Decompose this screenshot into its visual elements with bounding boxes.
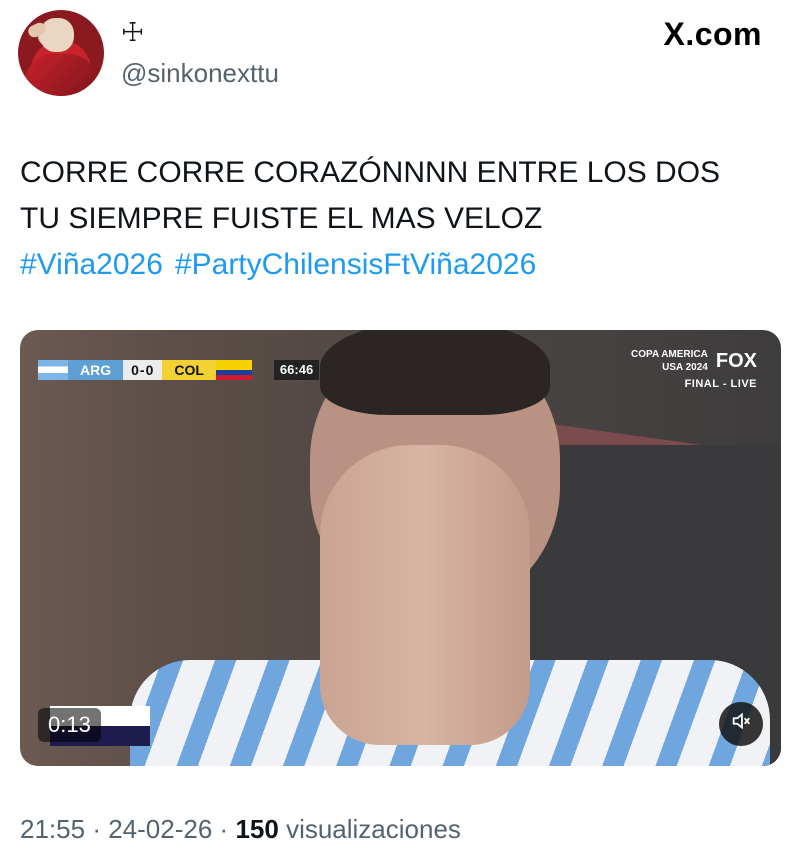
avatar-face	[40, 18, 74, 52]
meta-separator: ·	[92, 814, 101, 844]
mute-button[interactable]	[719, 702, 763, 746]
team1-label: ARG	[68, 360, 124, 380]
author-avatar[interactable]	[18, 10, 104, 96]
author-handle[interactable]: @sinkonexttu	[121, 58, 279, 89]
speaker-muted-icon	[730, 710, 752, 738]
video-person-hair	[320, 330, 550, 415]
views-count: 150	[235, 814, 279, 844]
tweet-hashtags: #Viña2026 #PartyChilensisFtViña2026	[20, 242, 780, 288]
broadcast-subtitle: USA 2024	[662, 362, 708, 373]
tweet-line-2: TU SIEMPRE FUISTE EL MAS VELOZ	[20, 202, 543, 235]
hashtag-link[interactable]: #Viña2026	[20, 248, 163, 281]
author-display-name[interactable]: ☩	[121, 18, 144, 48]
brand-logo: X.com	[663, 16, 762, 52]
hashtag-link[interactable]: #PartyChilensisFtViña2026	[175, 248, 536, 281]
broadcast-badge: COPA AMERICA USA 2024 FOX FINAL - LIVE	[631, 348, 757, 391]
argentina-flag-icon	[38, 360, 68, 380]
video-player[interactable]: ARG 0-0 COL 66:46 COPA AMERICA USA 2024 …	[20, 330, 781, 766]
tweet-text: CORRE CORRE CORAZÓNNNN ENTRE LOS DOS TU …	[20, 150, 780, 288]
score-label: 0-0	[123, 360, 163, 380]
tweet-meta: 21:55 · 24-02-26 · 150 visualizaciones	[20, 814, 461, 845]
scoreboard: ARG 0-0 COL 66:46	[38, 360, 320, 380]
match-clock: 66:46	[273, 360, 320, 380]
views-label: visualizaciones	[286, 814, 461, 844]
tweet-date[interactable]: 24-02-26	[108, 814, 212, 844]
tweet-time[interactable]: 21:55	[20, 814, 85, 844]
avatar-shirt	[24, 54, 98, 96]
tweet-line-1: CORRE CORRE CORAZÓNNNN ENTRE LOS DOS	[20, 156, 721, 189]
video-duration: 0:13	[38, 708, 101, 742]
colombia-flag-icon	[215, 360, 252, 380]
broadcast-status: FINAL - LIVE	[684, 378, 757, 390]
broadcast-network: FOX	[715, 349, 757, 372]
meta-separator: ·	[219, 814, 229, 844]
video-person-hands	[320, 445, 530, 745]
team2-label: COL	[162, 360, 216, 380]
broadcast-title: COPA AMERICA	[631, 349, 708, 360]
